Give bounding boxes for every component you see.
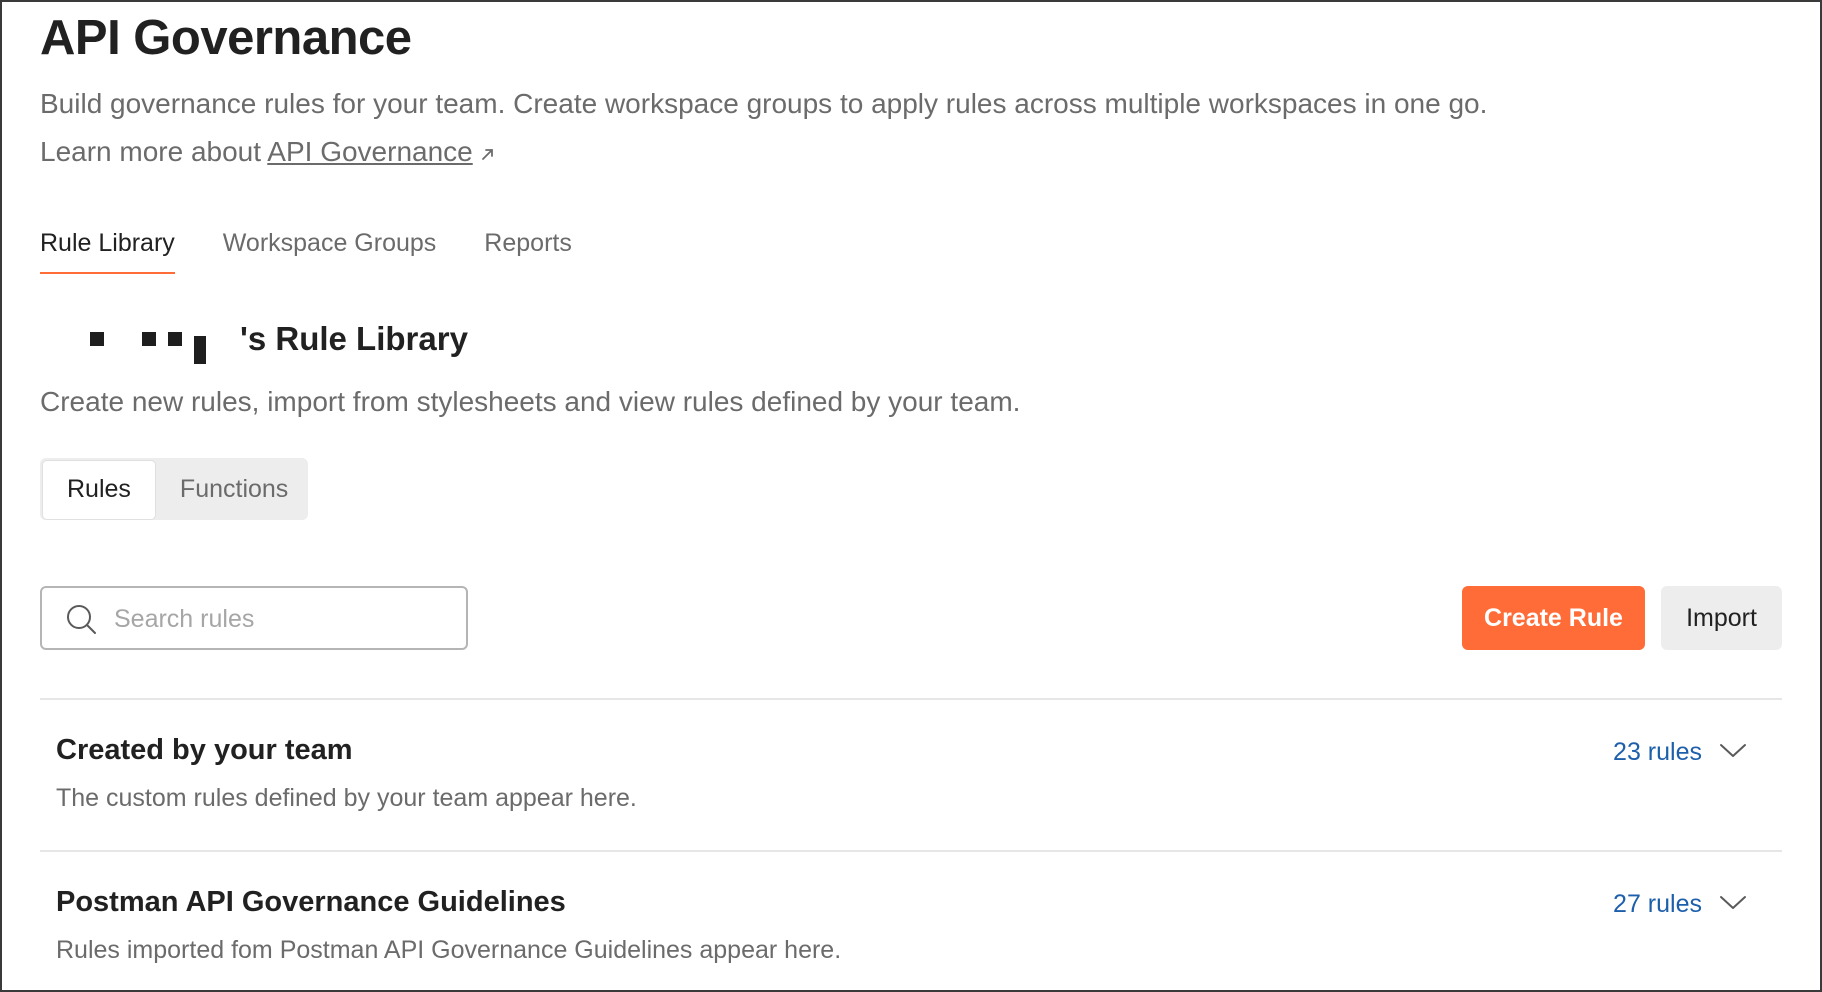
section-description: Rules imported fom Postman API Governanc… — [56, 936, 842, 964]
external-link-icon[interactable] — [479, 138, 497, 170]
api-governance-link[interactable]: API Governance — [267, 136, 472, 167]
page-description: Build governance rules for your team. Cr… — [40, 88, 1488, 119]
import-button[interactable]: Import — [1661, 586, 1782, 650]
app-window: API Governance Build governance rules fo… — [0, 0, 1822, 992]
section-title: Created by your team — [56, 734, 353, 766]
section-title: Postman API Governance Guidelines — [56, 886, 566, 918]
tab-workspace-groups[interactable]: Workspace Groups — [223, 226, 437, 274]
rules-functions-toggle: Rules Functions — [40, 458, 308, 520]
chevron-down-icon[interactable] — [1718, 740, 1748, 765]
library-title: 's Rule Library — [240, 320, 468, 357]
tab-reports[interactable]: Reports — [484, 226, 572, 274]
chevron-down-icon[interactable] — [1718, 892, 1748, 917]
search-icon — [66, 604, 98, 641]
governance-tabs: Rule Library Workspace Groups Reports — [40, 226, 572, 274]
segment-functions[interactable]: Functions — [156, 460, 312, 518]
learn-more-line: Learn more about API Governance — [40, 136, 497, 170]
section-postman-guidelines[interactable]: Postman API Governance Guidelines Rules … — [40, 852, 1782, 990]
page-title: API Governance — [40, 11, 412, 65]
create-rule-button[interactable]: Create Rule — [1462, 586, 1645, 650]
search-box — [40, 586, 468, 650]
search-input[interactable] — [112, 598, 456, 640]
library-description: Create new rules, import from stylesheet… — [40, 386, 1021, 417]
segment-rules[interactable]: Rules — [42, 460, 156, 520]
rules-count[interactable]: 23 rules — [1613, 738, 1702, 767]
section-description: The custom rules defined by your team ap… — [56, 784, 637, 812]
learn-more-prefix: Learn more about — [40, 136, 268, 167]
rules-count[interactable]: 27 rules — [1613, 890, 1702, 919]
section-created-by-team[interactable]: Created by your team The custom rules de… — [40, 700, 1782, 850]
tab-rule-library[interactable]: Rule Library — [40, 226, 175, 274]
